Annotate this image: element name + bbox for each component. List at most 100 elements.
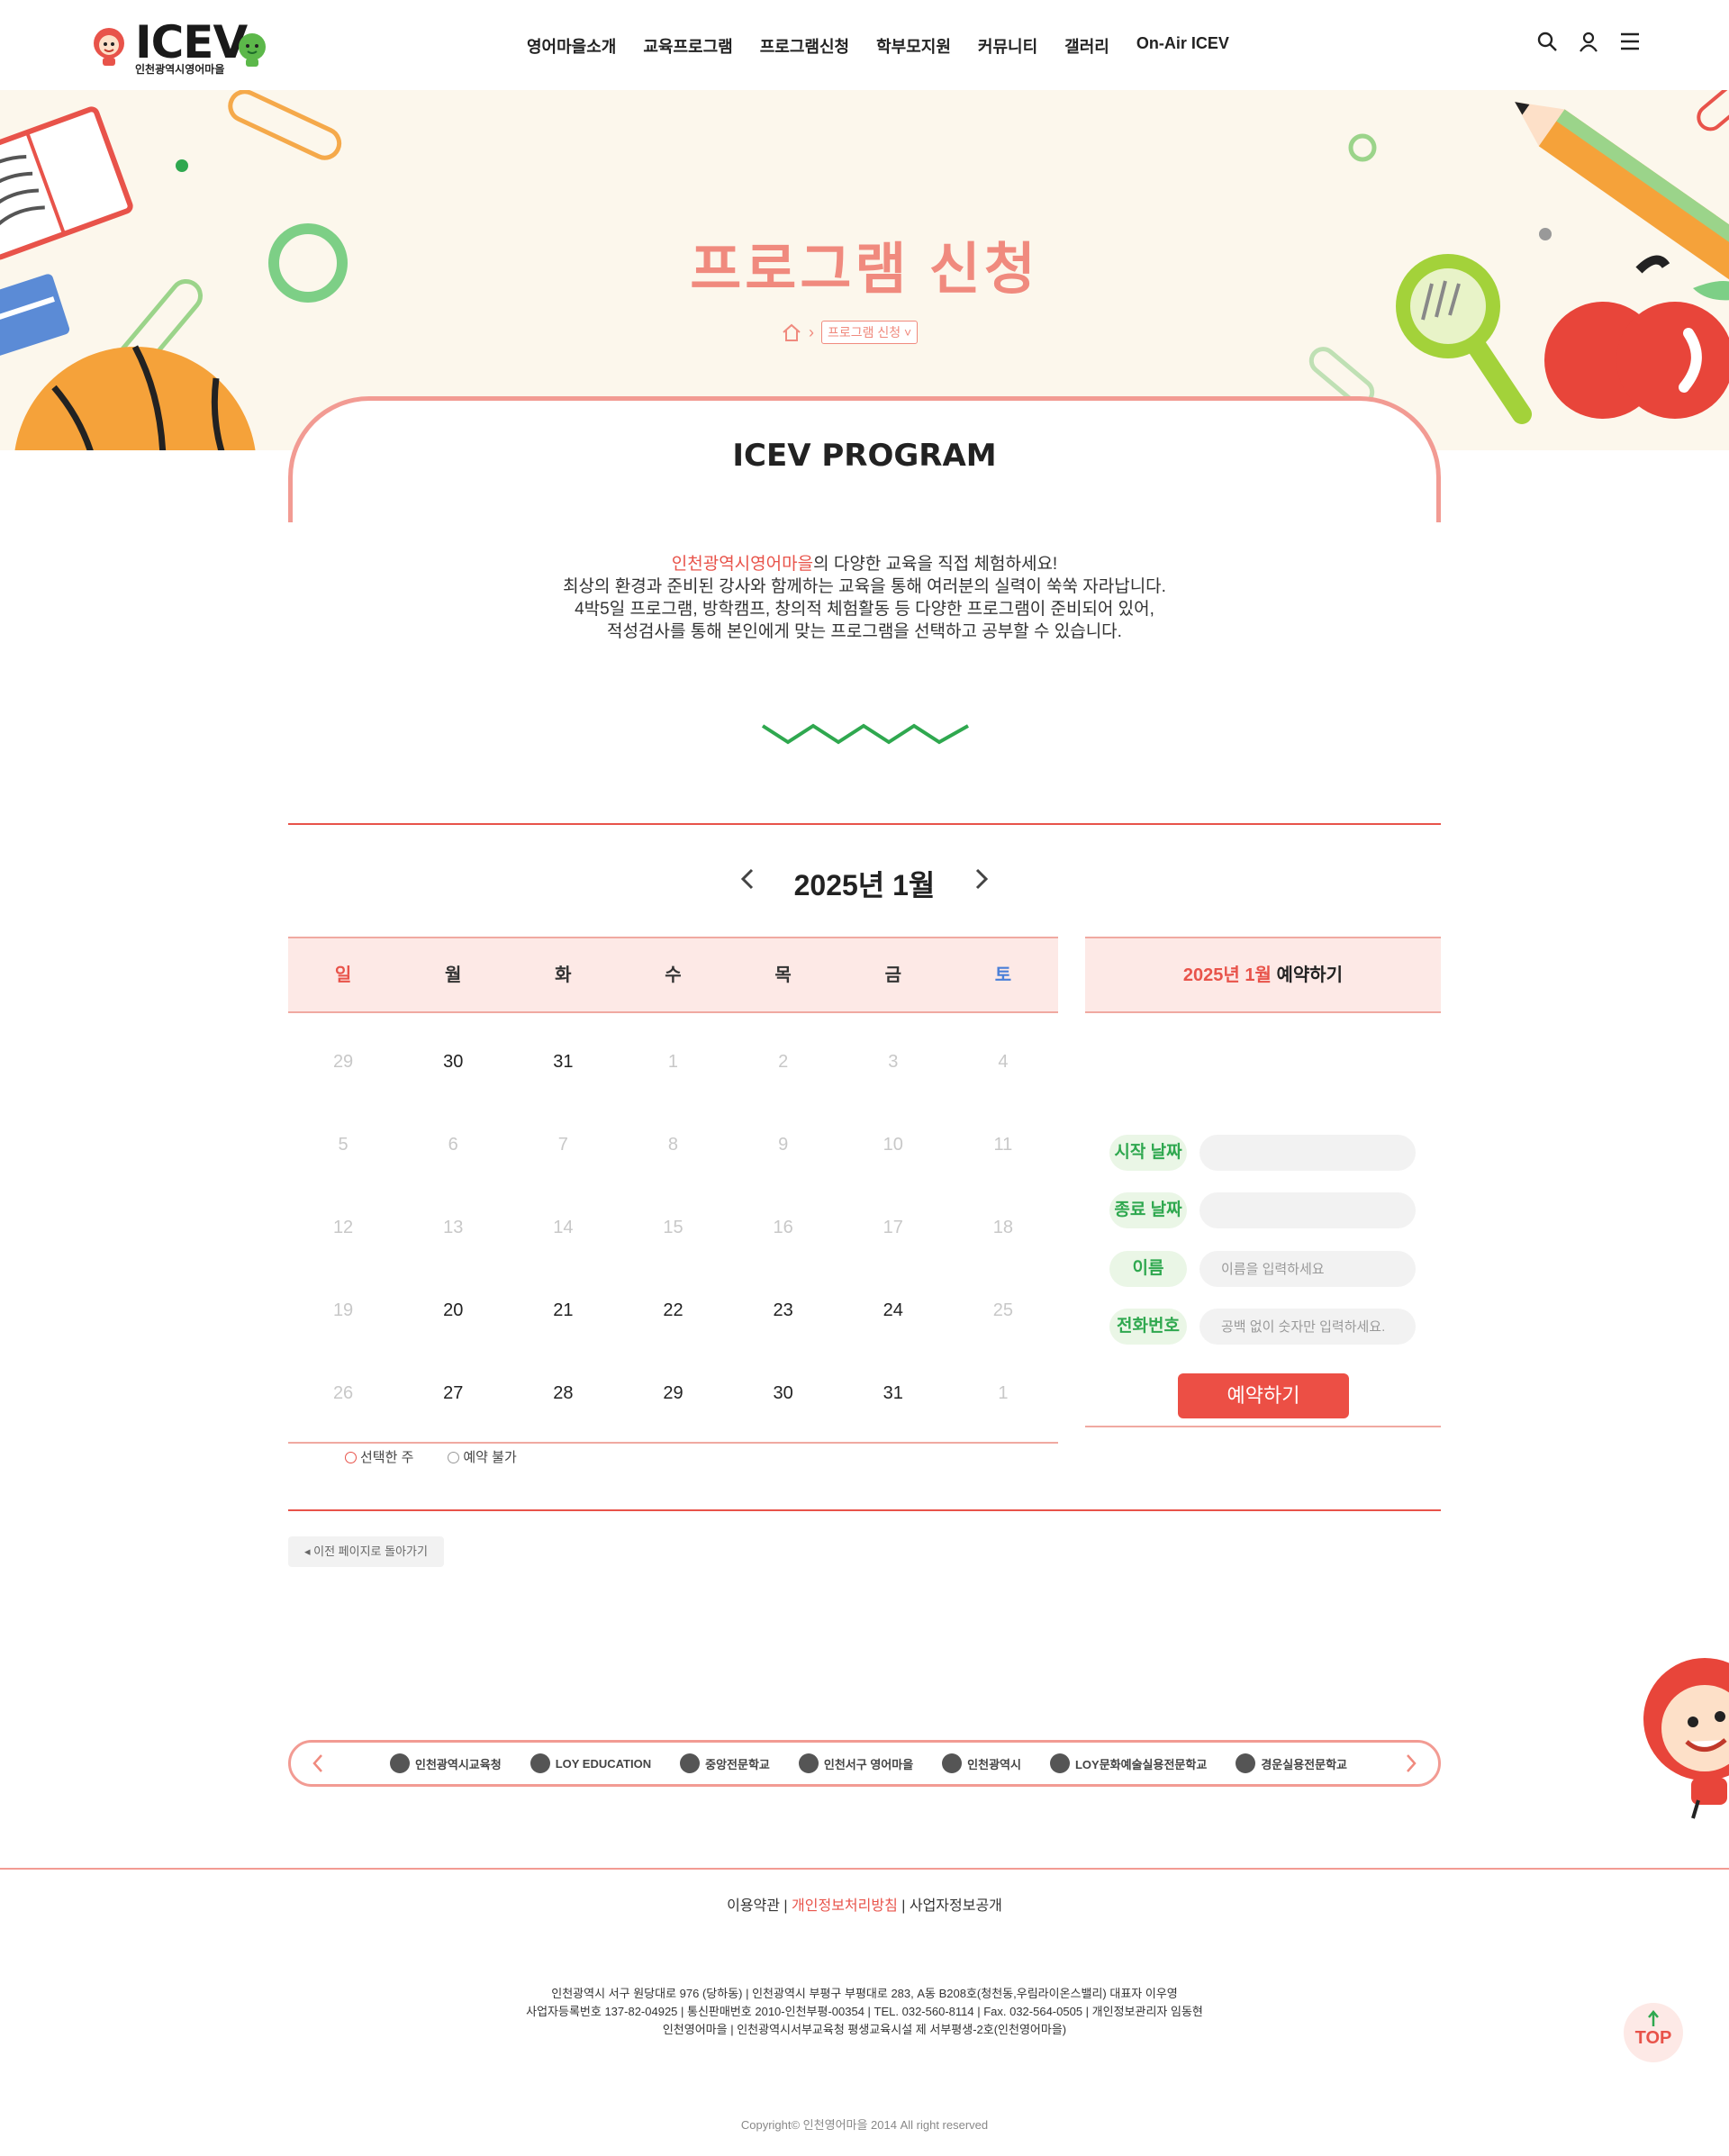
nav-item-programs[interactable]: 교육프로그램 xyxy=(643,34,732,58)
legend-selected: 선택한 주 xyxy=(345,1447,413,1466)
next-month-icon[interactable] xyxy=(973,866,991,892)
calendar-day[interactable]: 31 xyxy=(838,1352,948,1435)
top-label: TOP xyxy=(1634,2028,1672,2048)
calendar-day: 2 xyxy=(778,1052,789,1072)
calendar-day[interactable]: 31 xyxy=(508,1020,618,1103)
name-row: 이름 xyxy=(1109,1251,1420,1287)
start-date-row: 시작 날짜 xyxy=(1109,1135,1420,1171)
back-arrow-icon: ◂ xyxy=(304,1545,314,1558)
calendar-day: 29 xyxy=(332,1052,354,1072)
nav-item-apply[interactable]: 프로그램신청 xyxy=(760,34,849,58)
end-date-row: 종료 날짜 xyxy=(1109,1192,1420,1228)
calendar-day: 14 xyxy=(553,1218,574,1237)
calendar-week-row: 5 6 7 8 9 10 11 xyxy=(288,1103,1058,1186)
nav-item-onair[interactable]: On-Air ICEV xyxy=(1136,34,1229,58)
business-info-link[interactable]: 사업자정보공개 xyxy=(910,1898,1002,1914)
breadcrumb-select[interactable]: 프로그램 신청 ˅ xyxy=(821,321,919,344)
nav-item-about[interactable]: 영어마을소개 xyxy=(527,34,616,58)
reserve-button[interactable]: 예약하기 xyxy=(1178,1373,1349,1418)
name-field[interactable] xyxy=(1199,1251,1416,1287)
partner-logo[interactable]: LOY문화예술실용전문학교 xyxy=(1049,1753,1207,1773)
calendar-day[interactable]: 30 xyxy=(729,1352,838,1435)
weekday-label: 토 xyxy=(994,965,1012,985)
calendar-grid: 29 30 31 1 2 3 4 5 6 7 8 9 10 11 12 13 14 15 16 17 18 19 20 21 2… xyxy=(288,1013,1058,1444)
weekday-header: 일월화수목금토 xyxy=(288,937,1058,1013)
nav-item-gallery[interactable]: 갤러리 xyxy=(1064,34,1109,58)
nav-item-community[interactable]: 커뮤니티 xyxy=(978,34,1037,58)
partner-logo[interactable]: 중앙전문학교 xyxy=(680,1753,770,1773)
calendar-day: 18 xyxy=(992,1218,1014,1237)
calendar-day: 8 xyxy=(667,1135,679,1155)
partner-name: LOY EDUCATION xyxy=(555,1756,652,1771)
calendar-day[interactable]: 23 xyxy=(729,1269,838,1352)
weekday-label: 수 xyxy=(665,965,682,985)
calendar-day[interactable]: 29 xyxy=(618,1352,728,1435)
nav-item-parents[interactable]: 학부모지원 xyxy=(876,34,951,58)
footer-info: 인천광역시 서구 원당대로 976 (당하동) | 인천광역시 부평구 부평대로… xyxy=(0,1985,1729,2039)
weekday-label: 금 xyxy=(884,965,901,985)
start-date-label: 시작 날짜 xyxy=(1109,1135,1187,1171)
calendar-day: 26 xyxy=(332,1383,354,1403)
logo[interactable]: ICEV 인천광역시영어마을 xyxy=(90,16,270,77)
partner-logo[interactable]: 인천광역시 xyxy=(942,1753,1021,1773)
partner-name: 중앙전문학교 xyxy=(705,1757,770,1771)
divider-line xyxy=(288,1509,1441,1511)
partner-name: 경운실용전문학교 xyxy=(1261,1757,1347,1771)
booking-panel: 2025년 1월 예약하기 시작 날짜 종료 날짜 이름 전화번호 예약하기 xyxy=(1085,937,1441,1427)
back-button[interactable]: ◂ 이전 페이지로 돌아가기 xyxy=(288,1536,444,1567)
partner-logo[interactable]: 경운실용전문학교 xyxy=(1236,1753,1347,1773)
mascot-side-icon xyxy=(1643,1658,1729,1819)
partner-logo[interactable]: 인천광역시교육청 xyxy=(390,1753,502,1773)
calendar-week-row: 26 27 28 29 30 31 1 xyxy=(288,1352,1058,1435)
header-icons xyxy=(1536,31,1641,52)
partner-emblem-icon xyxy=(680,1753,701,1773)
calendar-day[interactable]: 22 xyxy=(618,1269,728,1352)
calendar-day[interactable]: 21 xyxy=(508,1269,618,1352)
partner-logo[interactable]: 인천서구 영어마을 xyxy=(798,1753,913,1773)
calendar-day[interactable]: 28 xyxy=(508,1352,618,1435)
legend-unavailable-dot xyxy=(448,1452,460,1463)
calendar-week-row: 12 13 14 15 16 17 18 xyxy=(288,1186,1058,1269)
divider-line xyxy=(288,823,1441,825)
page-title: 프로그램 신청 xyxy=(690,239,1039,301)
calendar-day[interactable]: 20 xyxy=(398,1269,508,1352)
partner-emblem-icon xyxy=(530,1753,550,1773)
site-header: ICEV 인천광역시영어마을 영어마을소개 교육프로그램 프로그램신청 학부모지… xyxy=(0,0,1729,90)
weekday-label: 목 xyxy=(774,965,792,985)
calendar-day: 3 xyxy=(888,1052,899,1072)
prev-partner-icon[interactable] xyxy=(311,1753,325,1774)
footer-info-line: 인천광역시 서구 원당대로 976 (당하동) | 인천광역시 부평구 부평대로… xyxy=(551,1987,1178,2000)
mascot-green-icon xyxy=(239,33,266,67)
footer-info-line: 인천영어마을 | 인천광역시서부교육청 평생교육시설 제 서부평생-2호(인천영… xyxy=(662,2023,1067,2036)
phone-field[interactable] xyxy=(1199,1309,1416,1345)
calendar-day: 19 xyxy=(332,1300,354,1320)
partner-name: 인천광역시 xyxy=(967,1757,1021,1771)
partner-name: 인천광역시교육청 xyxy=(415,1757,502,1771)
footer-divider xyxy=(0,1868,1729,1870)
end-date-field[interactable] xyxy=(1199,1192,1416,1228)
next-partner-icon[interactable] xyxy=(1404,1753,1418,1774)
calendar-day[interactable]: 27 xyxy=(398,1352,508,1435)
partner-emblem-icon xyxy=(798,1753,819,1773)
search-icon[interactable] xyxy=(1536,31,1558,52)
scroll-top-button[interactable]: TOP xyxy=(1624,2003,1683,2062)
privacy-link[interactable]: 개인정보처리방침 xyxy=(792,1898,898,1914)
program-intro: 인천광역시영어마을의 다양한 교육을 직접 체험하세요! 최상의 환경과 준비된… xyxy=(0,553,1729,643)
partner-emblem-icon xyxy=(942,1753,963,1773)
terms-link[interactable]: 이용약관 xyxy=(727,1898,780,1914)
calendar-day[interactable]: 24 xyxy=(838,1269,948,1352)
partner-logo[interactable]: LOY EDUCATION xyxy=(530,1753,651,1773)
program-title: ICEV PROGRAM xyxy=(732,438,997,474)
calendar-day[interactable]: 30 xyxy=(398,1020,508,1103)
legend-unavailable: 예약 불가 xyxy=(448,1447,517,1466)
calendar-day: 1 xyxy=(667,1052,679,1072)
weekday-label: 일 xyxy=(334,965,352,985)
prev-month-icon[interactable] xyxy=(738,866,756,892)
weekday-label: 화 xyxy=(555,965,572,985)
user-icon[interactable] xyxy=(1578,31,1599,52)
menu-icon[interactable] xyxy=(1619,31,1641,52)
calendar-month-label: 2025년 1월 xyxy=(793,869,936,901)
home-icon[interactable] xyxy=(782,323,801,341)
calendar-week-row: 29 30 31 1 2 3 4 xyxy=(288,1020,1058,1103)
start-date-field[interactable] xyxy=(1199,1135,1416,1171)
